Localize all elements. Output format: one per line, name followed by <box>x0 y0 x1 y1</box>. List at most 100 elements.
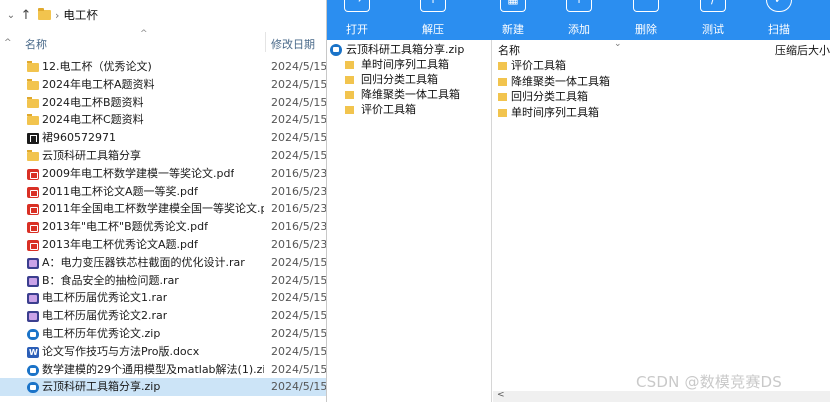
address-bar: ⌄ ↑ › 电工杯 <box>0 0 327 30</box>
file-name: 云顶科研工具箱分享.zip <box>42 380 161 394</box>
file-date: 2016/5/23 <box>271 166 327 180</box>
file-name: 裙960572971 <box>42 131 116 145</box>
file-name: 2024年电工杯A题资料 <box>42 77 155 91</box>
scroll-left-icon[interactable]: < <box>497 390 505 400</box>
file-date: 2016/5/23 <box>271 202 327 216</box>
file-date: 2024/5/15 <box>271 255 327 269</box>
column-divider[interactable] <box>265 32 266 52</box>
folder-icon <box>27 78 39 90</box>
file-date: 2024/5/15 <box>271 95 327 109</box>
add-button[interactable]: + 添加 <box>551 0 607 40</box>
file-date: 2016/5/23 <box>271 220 327 234</box>
sort-chevron-icon: ⌄ <box>614 39 622 49</box>
folder-icon <box>27 96 39 108</box>
test-label: 测试 <box>702 23 724 36</box>
scan-label: 扫描 <box>768 23 790 36</box>
file-row[interactable]: 裙960572971 2024/5/15 <box>0 129 327 147</box>
file-name: 2024电工杯C题资料 <box>42 113 144 127</box>
file-row[interactable]: 2024电工杯C题资料 2024/5/15 <box>0 111 327 129</box>
file-name: 2011电工杯论文A题一等奖.pdf <box>42 184 198 198</box>
file-date: 2024/5/15 <box>271 380 327 394</box>
rar-icon <box>27 257 39 269</box>
file-explorer-window: ⌄ ↑ › 电工杯 ^ 名称 修改日期 ^ 12.电工杯（优秀论文) 2024/5… <box>0 0 327 402</box>
nav-pane-chevron-icon[interactable]: ^ <box>4 38 12 48</box>
zip-icon <box>330 44 342 56</box>
file-name: 电工杯历年优秀论文.zip <box>42 326 161 340</box>
file-date: 2024/5/15 <box>271 77 327 91</box>
file-name: B：食品安全的抽检问题.rar <box>42 273 179 287</box>
scan-button[interactable]: ✓ 扫描 <box>751 0 807 40</box>
file-date: 2016/5/23 <box>271 184 327 198</box>
rar-icon <box>27 275 39 287</box>
file-name: 论文写作技巧与方法Pro版.docx <box>42 344 200 358</box>
folder-icon <box>27 61 39 72</box>
breadcrumb[interactable]: 电工杯 <box>63 7 98 23</box>
delete-button[interactable]: − 删除 <box>618 0 674 40</box>
new-label: 新建 <box>502 23 524 36</box>
file-row[interactable]: 2013年"电工杯"B题优秀论文.pdf 2016/5/23 <box>0 218 327 236</box>
file-date: 2024/5/15 <box>271 291 327 305</box>
docx-icon <box>27 344 39 362</box>
file-row[interactable]: 数学建模的29个通用模型及matlab解法(1).zip 2024/5/15 <box>0 361 327 379</box>
add-icon: + <box>566 0 592 12</box>
file-row[interactable]: 云顶科研工具箱分享 2024/5/15 <box>0 147 327 165</box>
file-name: 数学建模的29个通用模型及matlab解法(1).zip <box>42 362 264 376</box>
scan-icon: ✓ <box>766 0 792 12</box>
horizontal-scrollbar[interactable]: < <box>493 390 830 402</box>
dropdown-chevron-icon[interactable]: ⌄ <box>4 10 18 21</box>
new-button[interactable]: ▦ 新建 <box>485 0 541 40</box>
zip-icon <box>27 382 39 394</box>
pdf-icon <box>27 168 39 180</box>
tree-item-label: 降维聚类一体工具箱 <box>361 88 460 101</box>
file-row[interactable]: 2024年电工杯A题资料 2024/5/15 <box>0 76 327 94</box>
file-row[interactable]: B：食品安全的抽检问题.rar 2024/5/15 <box>0 272 327 290</box>
file-row[interactable]: 2011年全国电工杯数学建模全国一等奖论文.pdf 2016/5/23 <box>0 200 327 218</box>
up-arrow-icon[interactable]: ↑ <box>18 8 34 23</box>
list-item-label: 降维聚类一体工具箱 <box>511 74 610 88</box>
test-icon: / <box>700 0 726 12</box>
column-date-header[interactable]: 修改日期 <box>271 36 315 52</box>
test-button[interactable]: / 测试 <box>685 0 741 40</box>
list-header: 名称 ⌄ 压缩后大小 <box>493 39 830 58</box>
file-row[interactable]: 2009年电工杯数学建模一等奖论文.pdf 2016/5/23 <box>0 165 327 183</box>
file-row[interactable]: 电工杯历年优秀论文.zip 2024/5/15 <box>0 325 327 343</box>
file-row[interactable]: 论文写作技巧与方法Pro版.docx 2024/5/15 <box>0 343 327 362</box>
file-name: 2024电工杯B题资料 <box>42 95 144 109</box>
file-row[interactable]: 2011电工杯论文A题一等奖.pdf 2016/5/23 <box>0 183 327 201</box>
file-list: 12.电工杯（优秀论文) 2024/5/15 2024年电工杯A题资料 2024/5/… <box>0 58 327 397</box>
list-header-size[interactable]: 压缩后大小 <box>775 42 830 58</box>
file-date: 2024/5/15 <box>271 273 327 287</box>
open-button[interactable]: → 打开 <box>329 0 385 40</box>
list-item-label: 回归分类工具箱 <box>511 90 588 103</box>
file-name: 2013年"电工杯"B题优秀论文.pdf <box>42 220 208 234</box>
file-row[interactable]: 12.电工杯（优秀论文) 2024/5/15 <box>0 58 327 76</box>
list-item-label: 单时间序列工具箱 <box>511 105 599 119</box>
open-label: 打开 <box>346 23 368 36</box>
folder-icon <box>27 114 39 126</box>
extract-button[interactable]: ↑ 解压 <box>405 0 461 40</box>
file-name: 2011年全国电工杯数学建模全国一等奖论文.pdf <box>42 202 264 216</box>
pdf-icon <box>27 186 39 198</box>
folder-icon <box>27 149 39 161</box>
file-row[interactable]: 电工杯历届优秀论文2.rar 2024/5/15 <box>0 307 327 325</box>
file-row[interactable]: A：电力变压器铁芯柱截面的优化设计.rar 2024/5/15 <box>0 254 327 272</box>
file-row[interactable]: 电工杯历届优秀论文1.rar 2024/5/15 <box>0 289 327 307</box>
chevron-right-icon: › <box>55 8 60 22</box>
extract-label: 解压 <box>422 23 444 36</box>
tree-item-label: 单时间序列工具箱 <box>361 58 449 71</box>
list-header-name[interactable]: 名称 <box>498 42 520 58</box>
delete-label: 删除 <box>635 23 657 36</box>
column-name-header[interactable]: 名称 <box>25 36 47 52</box>
file-name: 2013年电工杯优秀论文A题.pdf <box>42 237 198 251</box>
folder-icon <box>498 93 507 101</box>
file-row[interactable]: 云顶科研工具箱分享.zip 2024/5/15 <box>0 378 327 397</box>
folder-icon <box>345 91 354 99</box>
file-date: 2024/5/15 <box>271 60 327 73</box>
file-row[interactable]: 2013年电工杯优秀论文A题.pdf 2016/5/23 <box>0 236 327 254</box>
file-name: 云顶科研工具箱分享 <box>42 148 141 162</box>
watermark: CSDN @数模竞赛DS <box>636 373 783 391</box>
delete-icon: − <box>633 0 659 12</box>
add-label: 添加 <box>568 23 590 36</box>
folder-icon <box>345 76 354 84</box>
file-row[interactable]: 2024电工杯B题资料 2024/5/15 <box>0 94 327 112</box>
